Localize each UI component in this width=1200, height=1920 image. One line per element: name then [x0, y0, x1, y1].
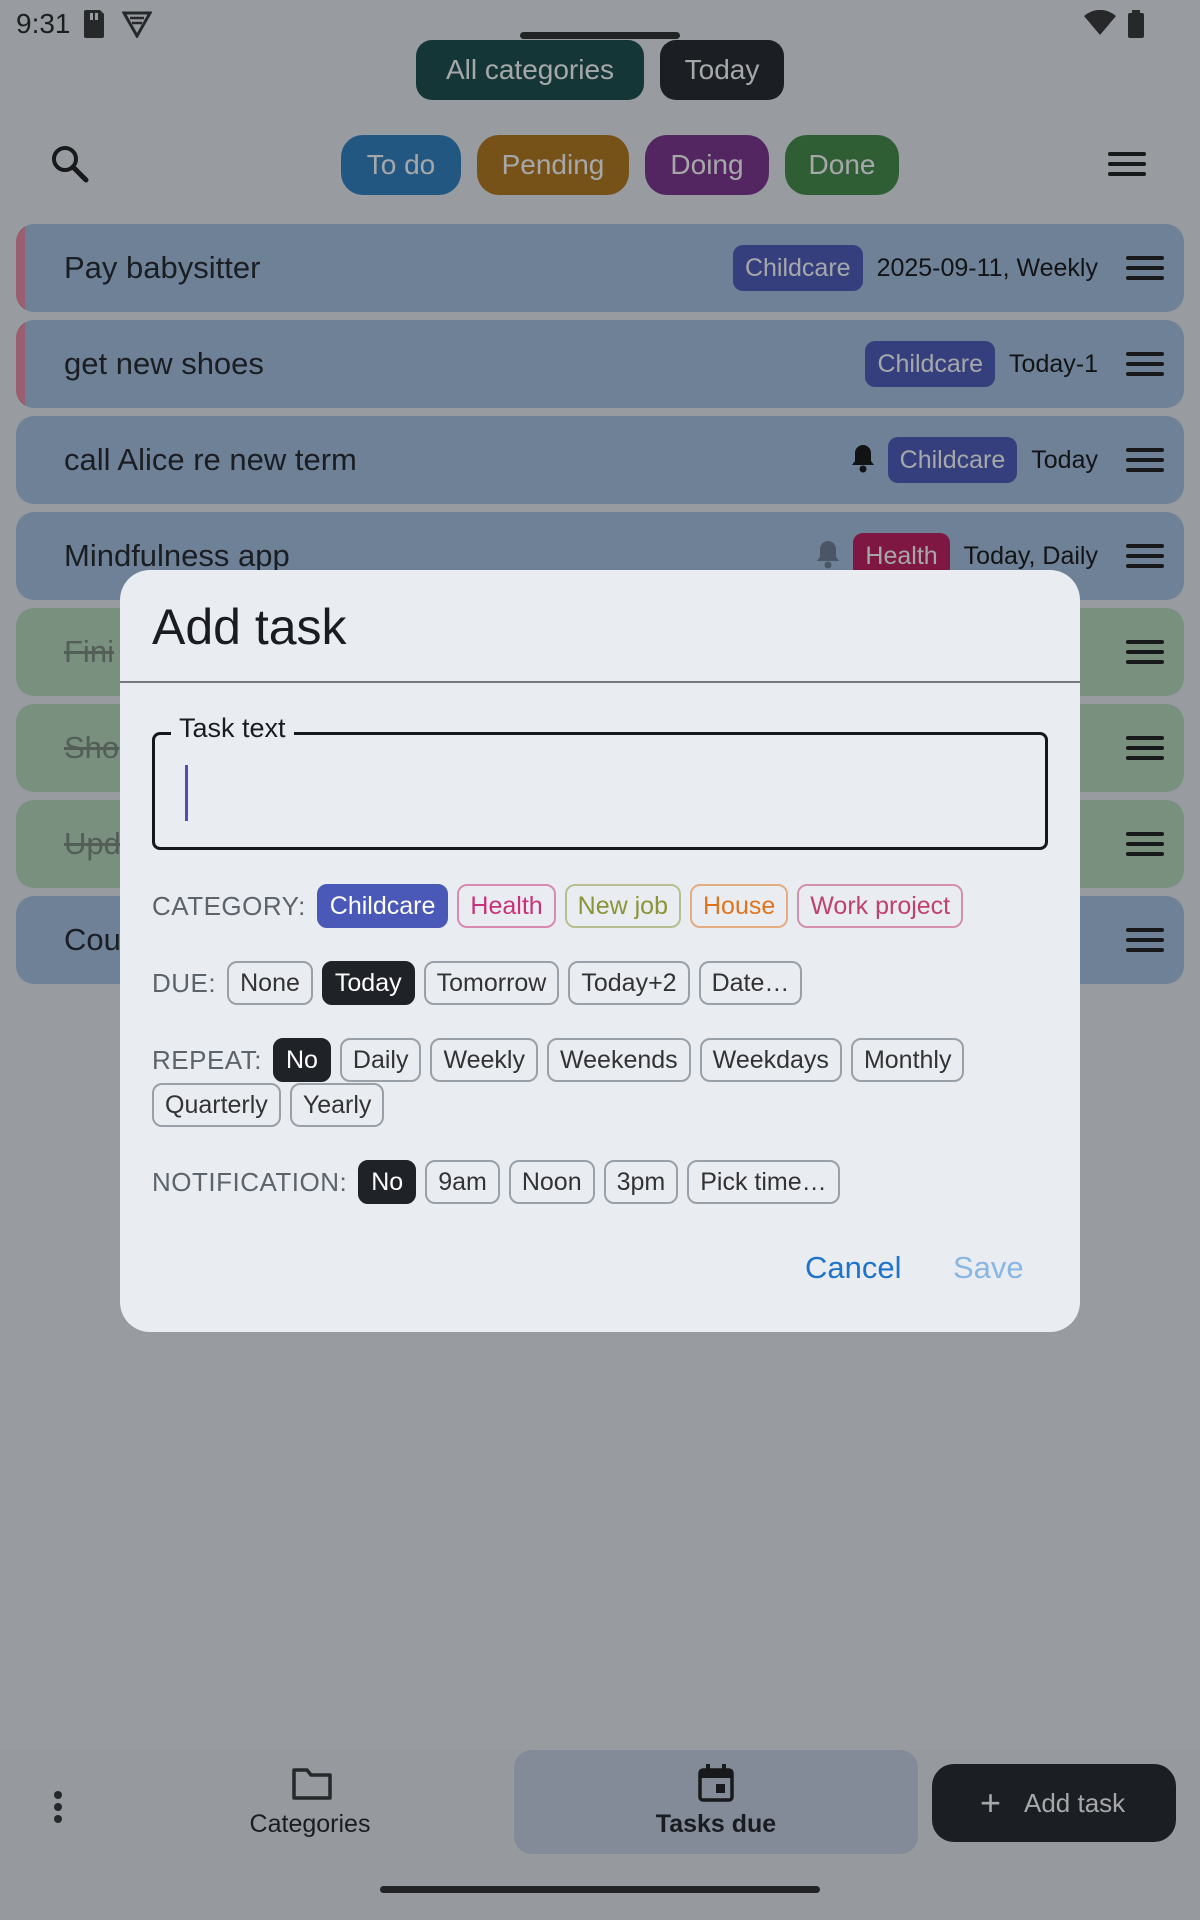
category-option[interactable]: New job [564, 884, 681, 928]
notification-label: NOTIFICATION: [152, 1166, 348, 1197]
category-row: CATEGORY: Childcare Health New job House Wor… [152, 884, 1032, 928]
cancel-button[interactable]: Cancel [805, 1250, 902, 1286]
due-option[interactable]: Tomorrow [423, 961, 560, 1005]
notification-option[interactable]: Pick time… [687, 1160, 840, 1204]
notification-option[interactable]: Noon [508, 1160, 595, 1204]
notification-row: NOTIFICATION: No 9am Noon 3pm Pick time… [152, 1160, 1032, 1204]
due-option[interactable]: Today [321, 961, 415, 1005]
add-task-dialog: Add task Task text CATEGORY: Childcare He… [120, 570, 1080, 1332]
category-option[interactable]: Health [457, 884, 556, 928]
repeat-label: REPEAT: [152, 1044, 262, 1075]
category-label: CATEGORY: [152, 890, 306, 921]
notification-option[interactable]: No [358, 1160, 417, 1204]
save-button[interactable]: Save [953, 1250, 1024, 1286]
notification-option[interactable]: 9am [425, 1160, 500, 1204]
notification-option[interactable]: 3pm [603, 1160, 679, 1204]
category-option[interactable]: House [690, 884, 789, 928]
dialog-title: Add task [152, 599, 347, 655]
due-option[interactable]: Date… [698, 961, 803, 1005]
repeat-option[interactable]: Weekdays [699, 1038, 842, 1082]
task-text-field[interactable]: Task text [152, 713, 1048, 850]
task-text-label: Task text [171, 713, 294, 744]
category-option[interactable]: Work project [797, 884, 964, 928]
due-option[interactable]: Today+2 [568, 961, 690, 1005]
repeat-option[interactable]: Quarterly [152, 1083, 281, 1127]
due-option[interactable]: None [227, 961, 313, 1005]
repeat-option[interactable]: Weekends [547, 1038, 691, 1082]
repeat-option[interactable]: Daily [339, 1038, 422, 1082]
category-option[interactable]: Childcare [316, 884, 449, 928]
dialog-divider [120, 681, 1080, 683]
repeat-option[interactable]: No [272, 1038, 331, 1082]
repeat-row: REPEAT: No Daily Weekly Weekends Weekdays Mon… [152, 1038, 1032, 1127]
repeat-option[interactable]: Yearly [289, 1083, 385, 1127]
text-caret [185, 765, 188, 821]
repeat-option[interactable]: Weekly [430, 1038, 538, 1082]
due-row: DUE: None Today Tomorrow Today+2 Date… [152, 961, 1032, 1005]
due-label: DUE: [152, 967, 217, 998]
repeat-option[interactable]: Monthly [850, 1038, 965, 1082]
